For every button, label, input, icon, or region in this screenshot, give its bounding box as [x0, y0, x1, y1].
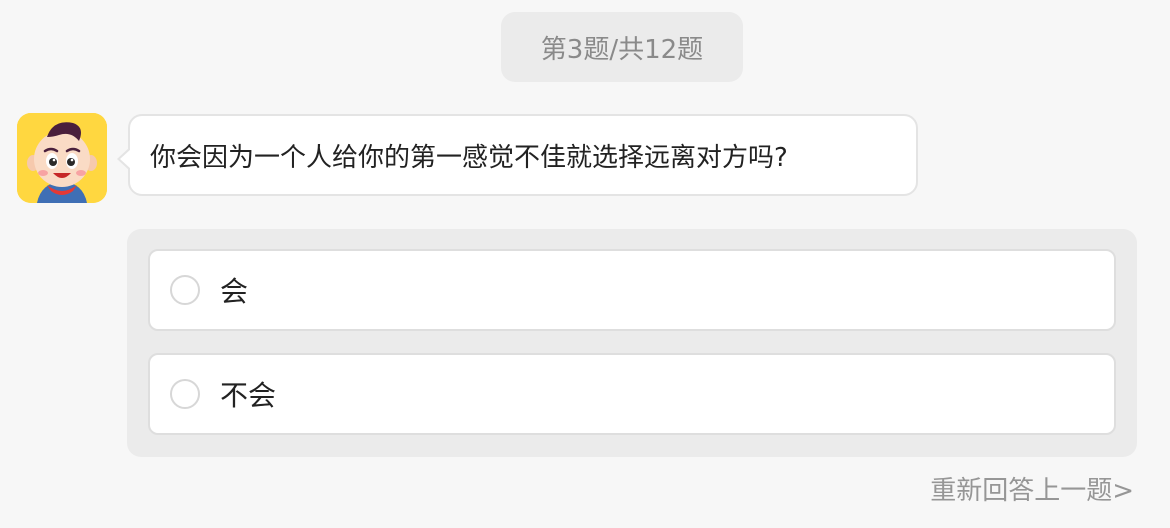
- answer-option-label: 会: [220, 275, 249, 308]
- question-text: 你会因为一个人给你的第一感觉不佳就选择远离对方吗?: [150, 142, 788, 173]
- question-bubble: 你会因为一个人给你的第一感觉不佳就选择远离对方吗?: [117, 114, 918, 196]
- radio-unchecked-icon[interactable]: [170, 379, 200, 409]
- answer-option-label: 不会: [220, 379, 277, 412]
- cartoon-boy-avatar-icon: [17, 113, 107, 203]
- question-progress-indicator: 第3题/共12题: [501, 12, 743, 82]
- answer-option-no[interactable]: 不会: [148, 353, 1116, 435]
- bot-avatar: [17, 113, 107, 203]
- answer-options-panel: 会 不会: [127, 229, 1137, 457]
- answer-option-yes[interactable]: 会: [148, 249, 1116, 331]
- redo-previous-question-link[interactable]: 重新回答上一题>: [930, 470, 1134, 506]
- radio-unchecked-icon[interactable]: [170, 275, 200, 305]
